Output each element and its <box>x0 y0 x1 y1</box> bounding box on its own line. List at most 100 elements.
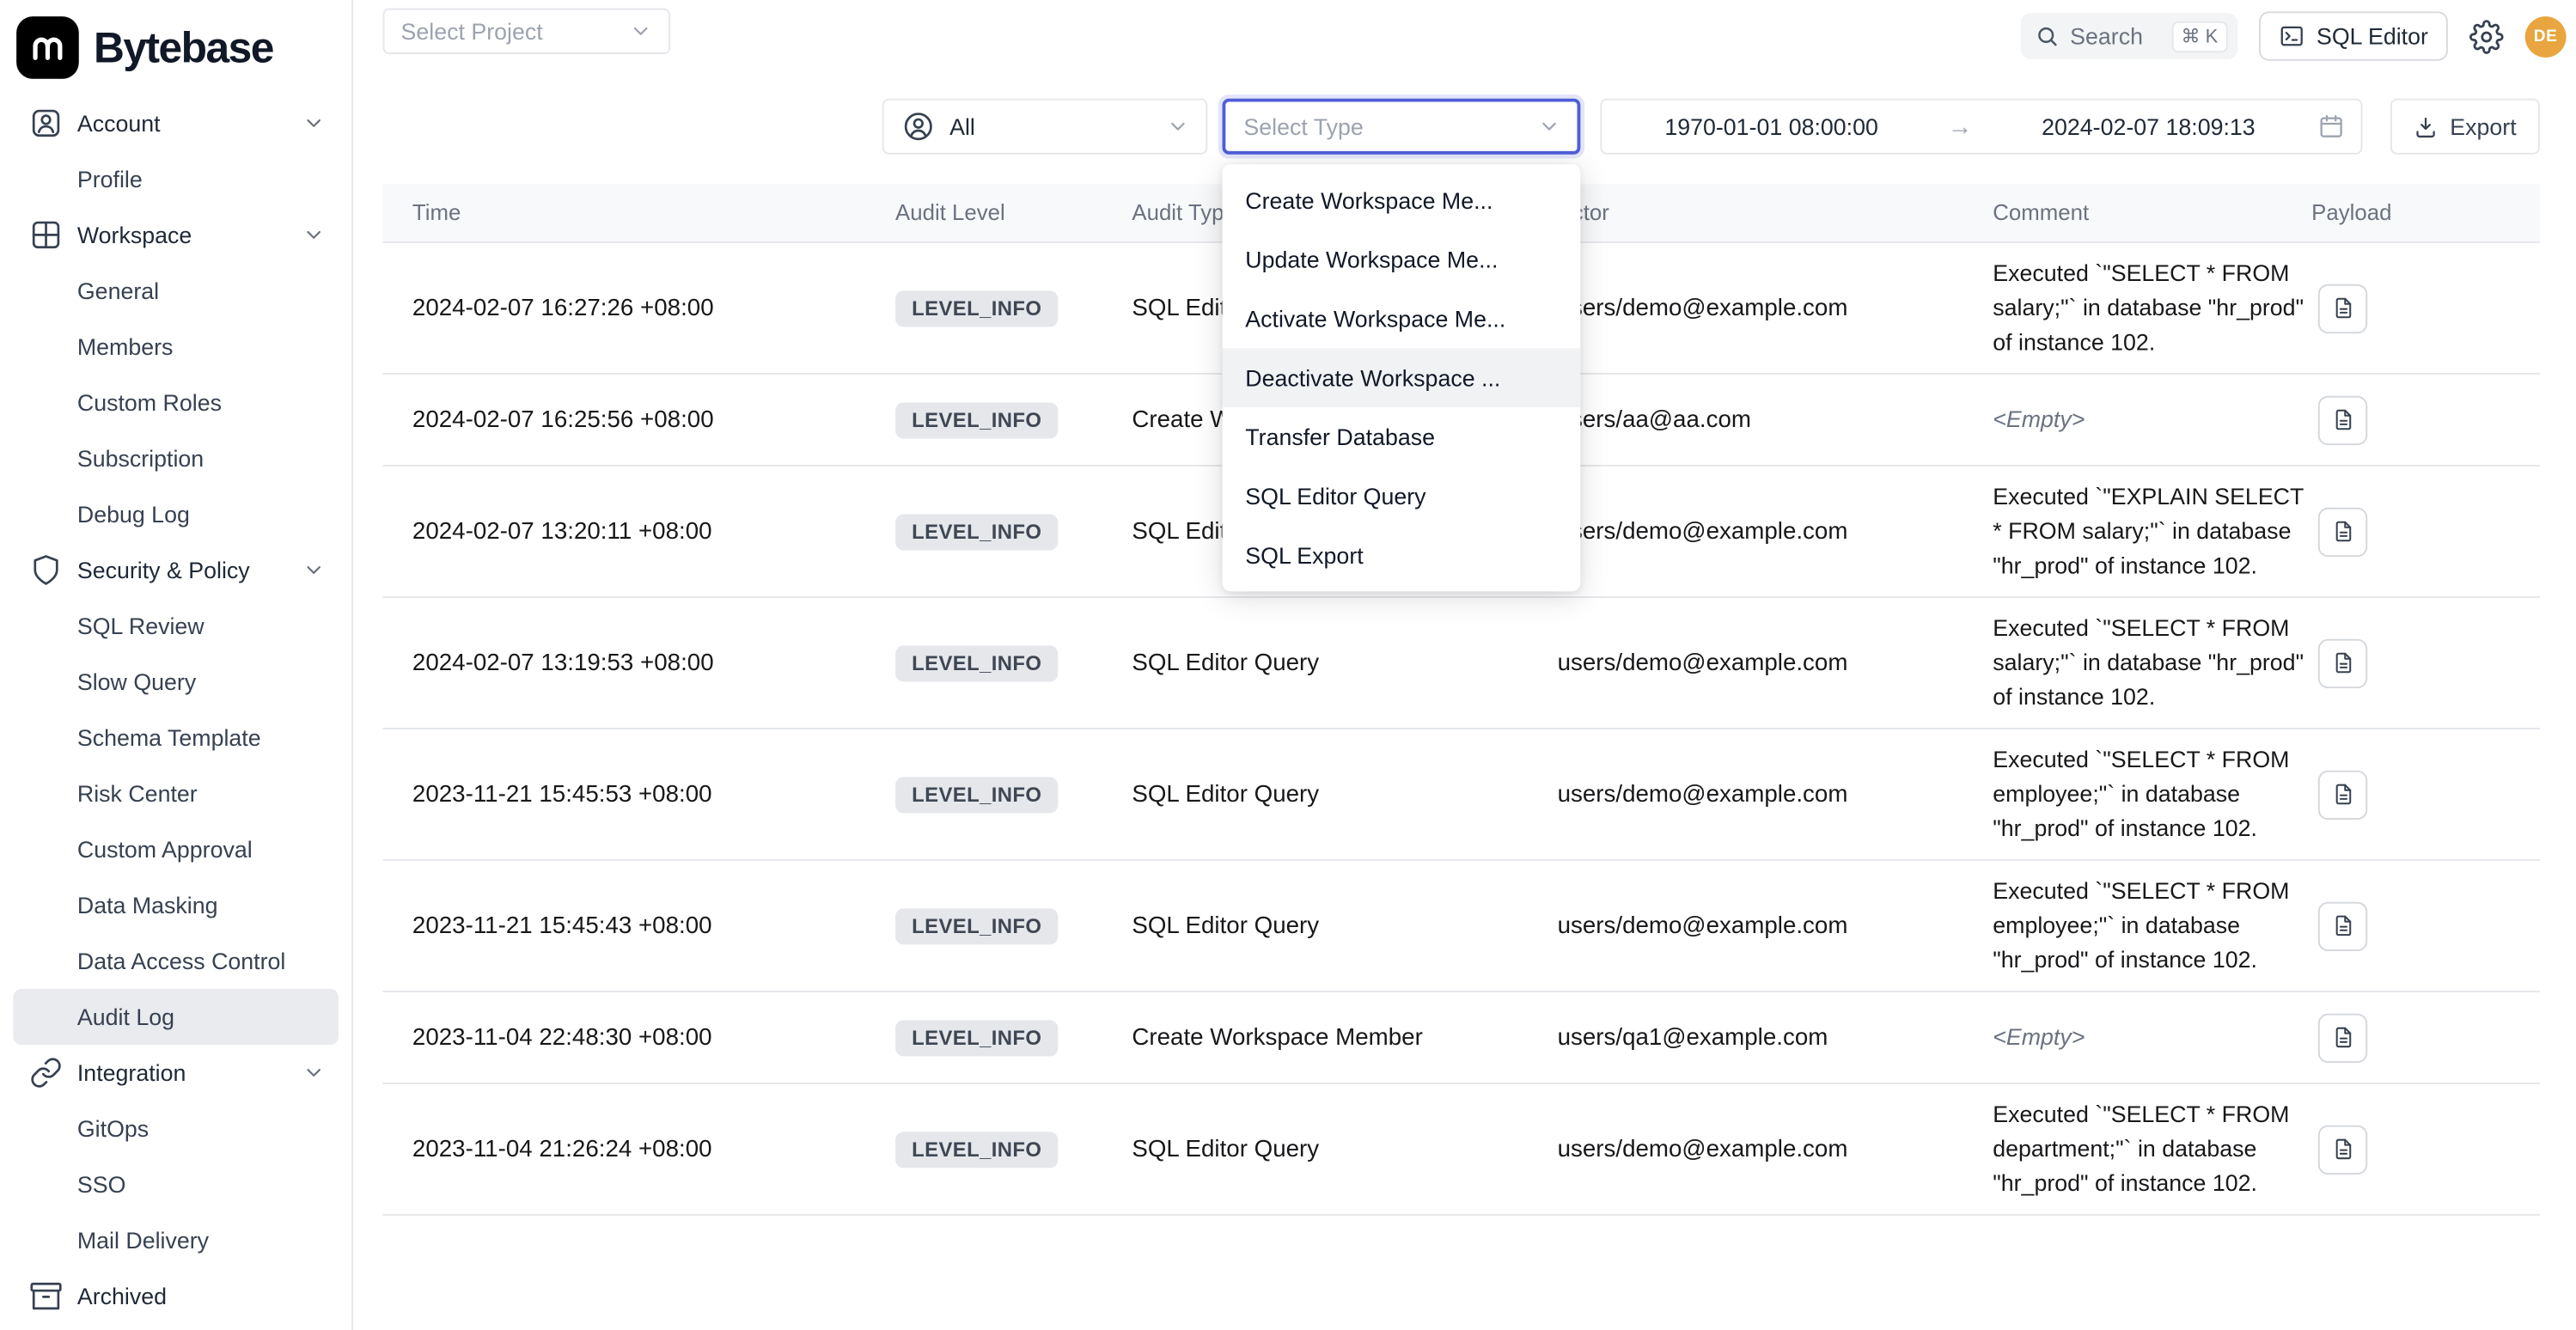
menu-item-deactivate-workspace-member[interactable]: Deactivate Workspace ... <box>1223 348 1581 407</box>
sidebar-item-schema-template[interactable]: Schema Template <box>13 710 339 766</box>
cell-audit-type: SQL Editor Query <box>1117 781 1544 808</box>
topbar: Select Project Search ⌘ K SQL Editor DE <box>353 0 2576 72</box>
cell-comment: Executed `"SELECT * FROM salary;"` in da… <box>1978 256 2306 359</box>
sidebar-item-sso[interactable]: SSO <box>13 1156 339 1212</box>
sidebar-nav: Account Profile Workspace General Member… <box>0 84 351 1325</box>
payload-button[interactable] <box>2318 1125 2367 1174</box>
sidebar-item-mail-delivery[interactable]: Mail Delivery <box>13 1212 339 1268</box>
archive-icon <box>29 1279 62 1312</box>
date-range-end: 2024-02-07 18:09:13 <box>1979 113 2318 140</box>
sidebar-item-data-masking[interactable]: Data Masking <box>13 877 339 933</box>
search-shortcut-badge: ⌘ K <box>2171 21 2228 52</box>
cell-audit-level: LEVEL_INFO <box>881 907 1117 943</box>
type-filter-select[interactable]: Select Type <box>1223 99 1581 155</box>
user-avatar[interactable]: DE <box>2525 15 2567 57</box>
cell-audit-type: SQL Editor Query <box>1117 912 1544 939</box>
sql-editor-button[interactable]: SQL Editor <box>2259 11 2448 60</box>
cell-audit-level: LEVEL_INFO <box>881 1131 1117 1167</box>
bytebase-logo-icon <box>16 16 79 79</box>
sidebar-item-archived[interactable]: Archived <box>13 1268 339 1324</box>
settings-gear-icon[interactable] <box>2469 19 2504 53</box>
cell-actor: users/demo@example.com <box>1544 518 1978 545</box>
export-button[interactable]: Export <box>2390 99 2540 155</box>
table-row: 2023-11-21 15:45:53 +08:00 LEVEL_INFO SQ… <box>382 729 2539 861</box>
payload-button[interactable] <box>2318 1013 2367 1062</box>
cell-audit-type: SQL Editor Query <box>1117 1136 1544 1162</box>
chevron-down-icon <box>302 1061 326 1084</box>
date-range-picker[interactable]: 1970-01-01 08:00:00 → 2024-02-07 18:09:1… <box>1600 99 2362 155</box>
search-placeholder: Search <box>2070 23 2159 50</box>
payload-button[interactable] <box>2318 395 2367 444</box>
cell-audit-level: LEVEL_INFO <box>881 290 1117 326</box>
sidebar-item-subscription[interactable]: Subscription <box>13 430 339 486</box>
column-header-comment: Comment <box>1978 196 2306 230</box>
sidebar-item-sql-review[interactable]: SQL Review <box>13 598 339 654</box>
sidebar-item-security-policy[interactable]: Security & Policy <box>13 542 339 598</box>
payload-button[interactable] <box>2318 284 2367 332</box>
cell-actor: users/qa1@example.com <box>1544 1024 1978 1051</box>
level-badge: LEVEL_INFO <box>895 907 1058 943</box>
arrow-right-icon: → <box>1941 113 1979 141</box>
sidebar-item-gitops[interactable]: GitOps <box>13 1101 339 1156</box>
sidebar-item-profile[interactable]: Profile <box>13 151 339 207</box>
project-select[interactable]: Select Project <box>382 9 670 55</box>
actor-filter-select[interactable]: All <box>882 99 1208 155</box>
chevron-down-icon <box>302 112 326 135</box>
cell-comment: Executed `"EXPLAIN SELECT * FROM salary;… <box>1978 479 2306 583</box>
sidebar-item-data-access-control[interactable]: Data Access Control <box>13 933 339 989</box>
sidebar-item-account[interactable]: Account <box>13 95 339 151</box>
cell-comment: Executed `"SELECT * FROM department;"` i… <box>1978 1097 2306 1200</box>
cell-time: 2023-11-21 15:45:43 +08:00 <box>382 912 880 939</box>
sidebar-item-debug-log[interactable]: Debug Log <box>13 486 339 542</box>
cell-comment: <Empty> <box>1978 1020 2306 1054</box>
table-row: 2024-02-07 13:19:53 +08:00 LEVEL_INFO SQ… <box>382 598 2539 729</box>
sidebar-item-custom-approval[interactable]: Custom Approval <box>13 821 339 877</box>
project-select-label: Select Project <box>401 18 543 45</box>
cell-audit-level: LEVEL_INFO <box>881 401 1117 437</box>
cell-payload <box>2306 1013 2540 1062</box>
cell-comment: Executed `"SELECT * FROM employee;"` in … <box>1978 742 2306 845</box>
cell-payload <box>2306 638 2540 687</box>
column-header-audit-level: Audit Level <box>881 200 1117 225</box>
menu-item-transfer-database[interactable]: Transfer Database <box>1223 407 1581 467</box>
workspace-grid-icon <box>29 218 62 251</box>
sidebar-item-custom-roles[interactable]: Custom Roles <box>13 375 339 430</box>
sidebar-item-workspace[interactable]: Workspace <box>13 207 339 263</box>
link-icon <box>29 1056 62 1089</box>
cell-audit-level: LEVEL_INFO <box>881 514 1117 550</box>
search-input[interactable]: Search ⌘ K <box>2021 13 2237 59</box>
cell-comment: <Empty> <box>1978 402 2306 436</box>
sidebar: Bytebase Account Profile Workspace Gener… <box>0 0 353 1330</box>
date-range-start: 1970-01-01 08:00:00 <box>1602 113 1941 140</box>
sidebar-item-integration[interactable]: Integration <box>13 1045 339 1101</box>
cell-payload <box>2306 284 2540 332</box>
cell-audit-level: LEVEL_INFO <box>881 776 1117 812</box>
payload-button[interactable] <box>2318 638 2367 687</box>
menu-item-sql-editor-query[interactable]: SQL Editor Query <box>1223 467 1581 526</box>
payload-button[interactable] <box>2318 507 2367 556</box>
type-filter-placeholder: Select Type <box>1243 113 1537 140</box>
menu-item-update-workspace-member[interactable]: Update Workspace Me... <box>1223 230 1581 290</box>
level-badge: LEVEL_INFO <box>895 290 1058 326</box>
level-badge: LEVEL_INFO <box>895 514 1058 550</box>
sidebar-item-members[interactable]: Members <box>13 319 339 375</box>
search-icon <box>2036 25 2059 48</box>
user-circle-icon <box>902 110 935 143</box>
sidebar-item-audit-log[interactable]: Audit Log <box>13 989 339 1045</box>
menu-item-create-workspace-member[interactable]: Create Workspace Me... <box>1223 171 1581 230</box>
level-badge: LEVEL_INFO <box>895 401 1058 437</box>
cell-actor: users/demo@example.com <box>1544 1136 1978 1162</box>
payload-button[interactable] <box>2318 901 2367 950</box>
menu-item-sql-export[interactable]: SQL Export <box>1223 526 1581 585</box>
topbar-right-group: Search ⌘ K SQL Editor DE <box>2021 0 2567 72</box>
filter-bar: All Select Type 1970-01-01 08:00:00 → 20… <box>353 99 2540 155</box>
menu-item-activate-workspace-member[interactable]: Activate Workspace Me... <box>1223 290 1581 349</box>
table-row: 2023-11-21 15:45:43 +08:00 LEVEL_INFO SQ… <box>382 861 2539 992</box>
sidebar-item-risk-center[interactable]: Risk Center <box>13 766 339 821</box>
sidebar-item-slow-query[interactable]: Slow Query <box>13 654 339 710</box>
payload-button[interactable] <box>2318 770 2367 819</box>
level-badge: LEVEL_INFO <box>895 776 1058 812</box>
brand-logo[interactable]: Bytebase <box>0 0 351 84</box>
sidebar-item-general[interactable]: General <box>13 263 339 319</box>
cell-time: 2023-11-04 21:26:24 +08:00 <box>382 1136 880 1162</box>
